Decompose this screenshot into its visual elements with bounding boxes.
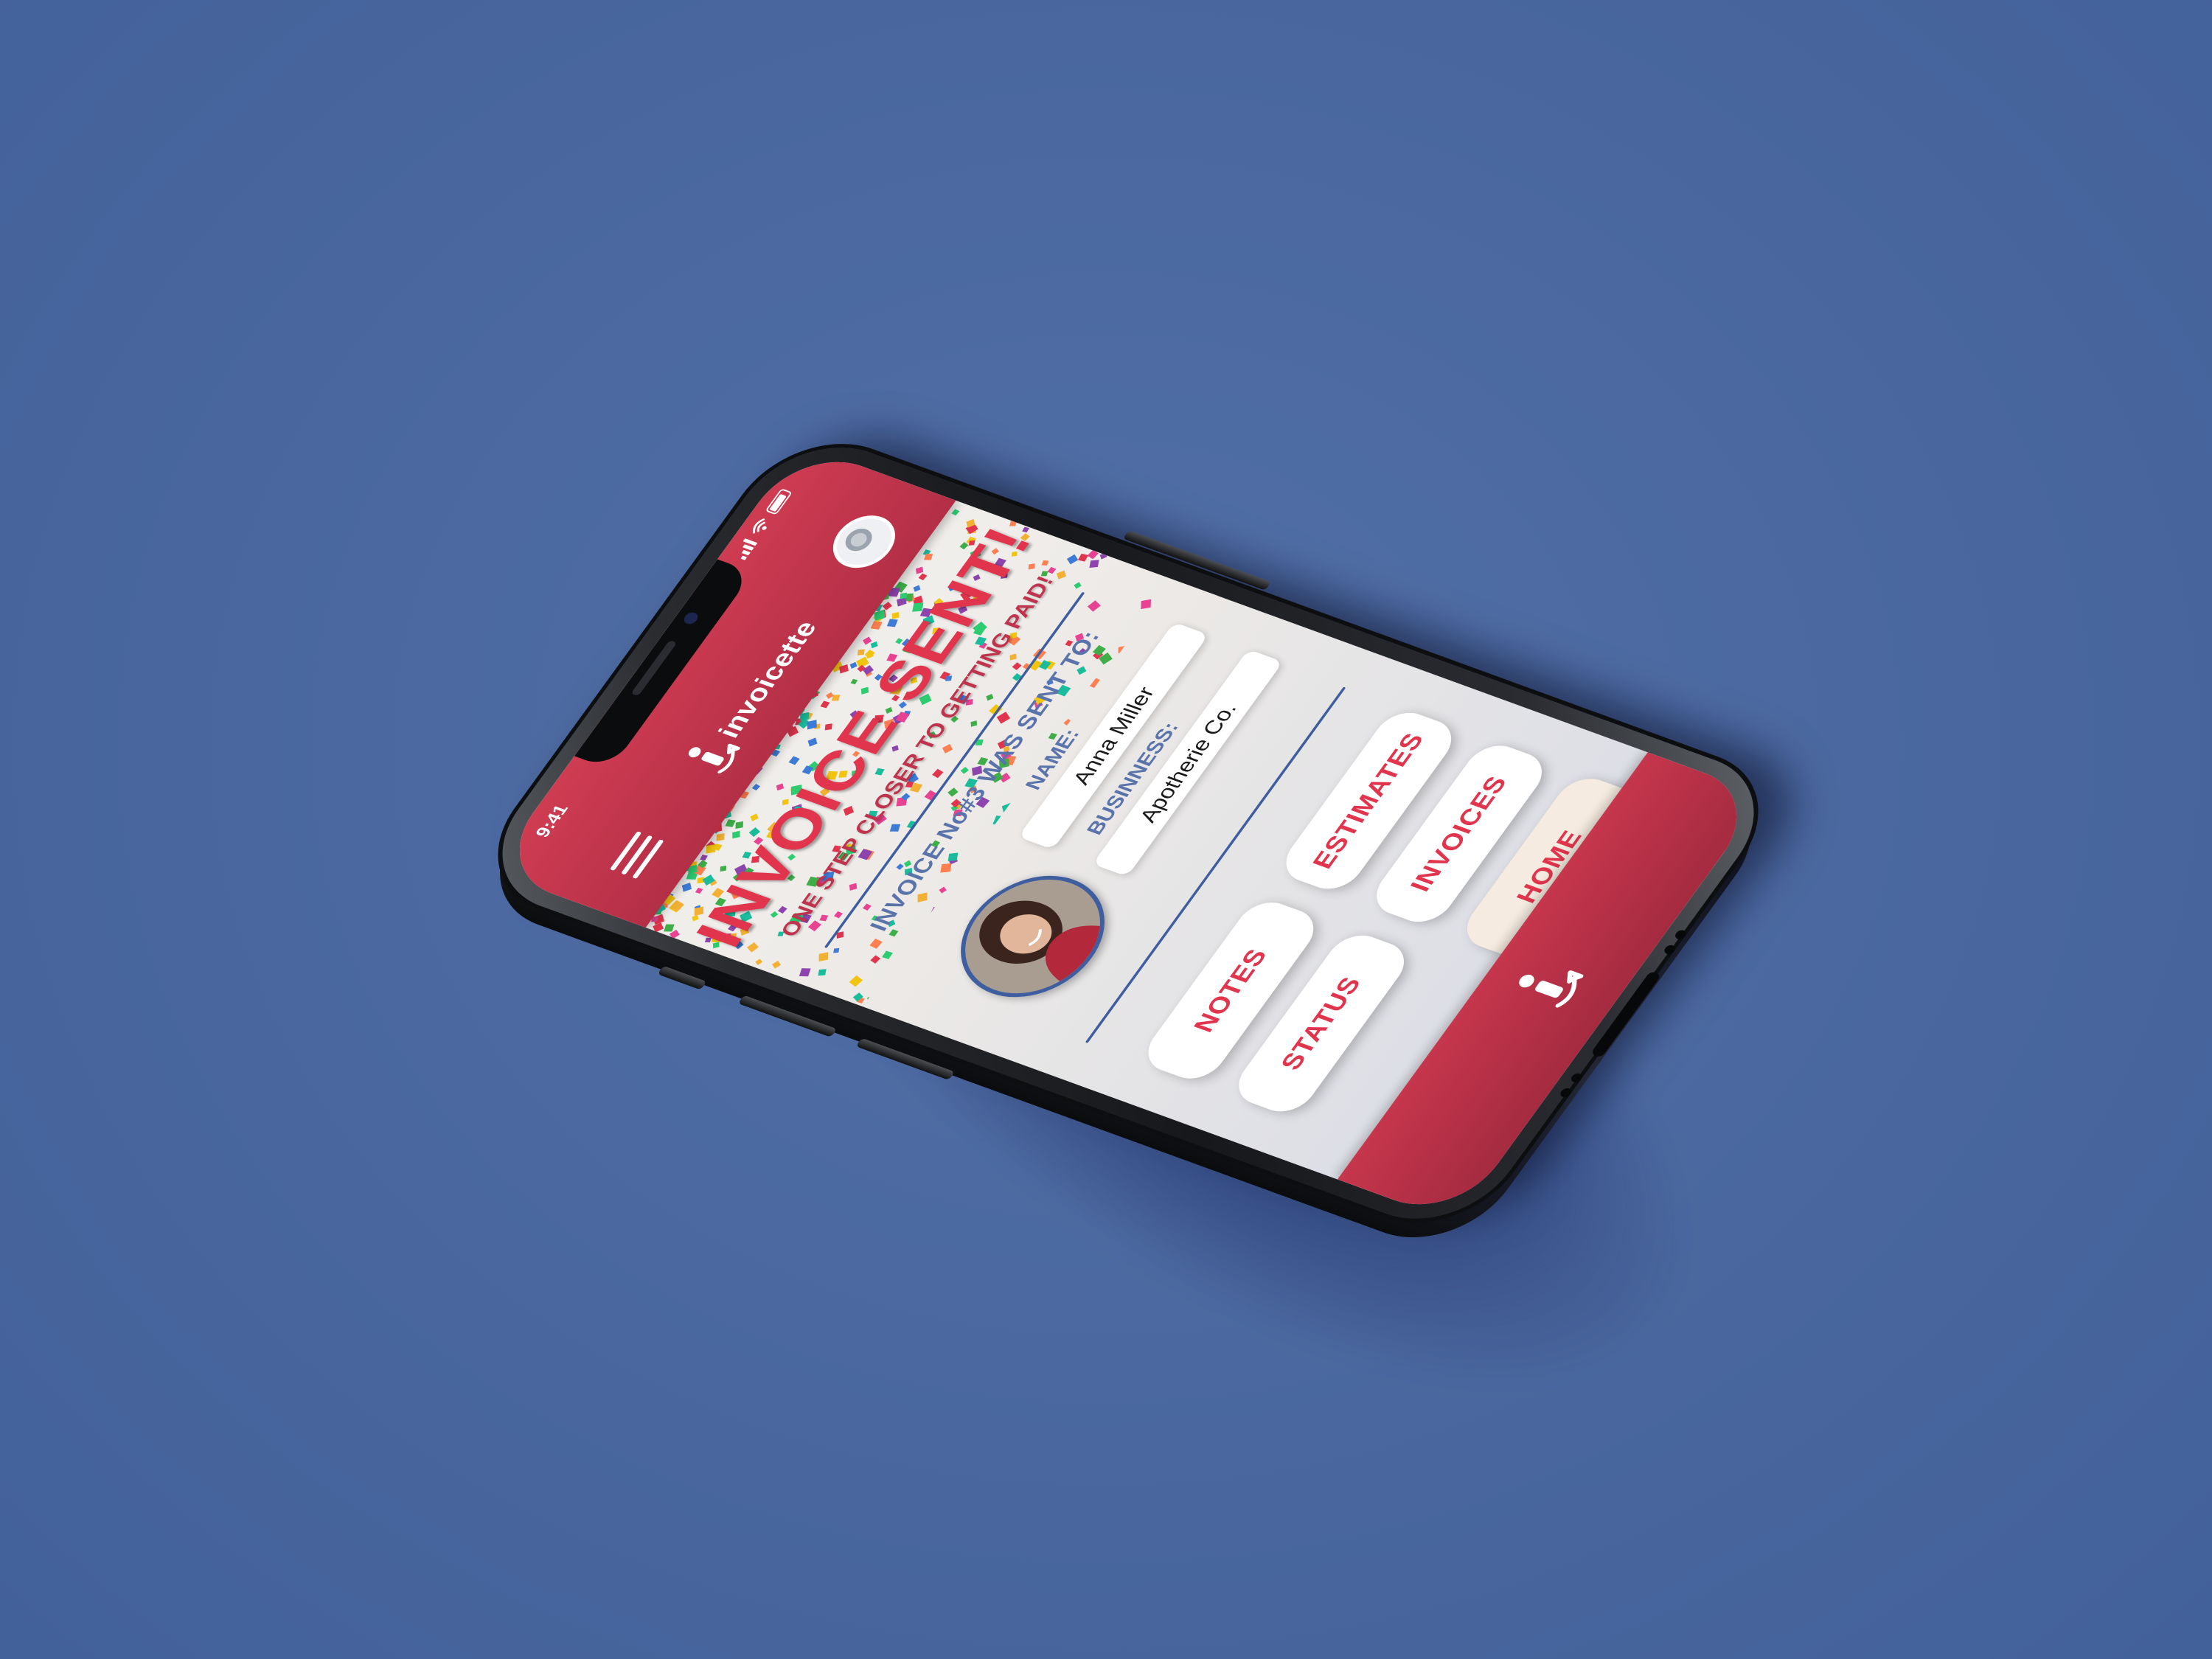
status-time: 9:41 xyxy=(531,801,572,841)
confetti-piece xyxy=(886,619,898,627)
invoicette-logo-icon[interactable] xyxy=(1506,955,1592,1017)
confetti-piece xyxy=(725,819,736,827)
confetti-piece xyxy=(807,737,818,747)
confetti-piece xyxy=(850,678,858,685)
confetti-piece xyxy=(862,636,872,645)
confetti-piece xyxy=(870,621,883,630)
confetti-piece xyxy=(776,783,785,791)
confetti-piece xyxy=(681,882,692,892)
confetti-piece xyxy=(915,566,924,574)
confetti-piece xyxy=(695,887,703,894)
confetti-piece xyxy=(900,592,907,599)
front-camera-icon xyxy=(681,611,700,626)
confetti-piece xyxy=(716,833,725,841)
confetti-piece xyxy=(870,641,878,649)
confetti-piece xyxy=(820,700,830,709)
scene: 9:41 invoicette INVOICE SENT! ONE STEP C… xyxy=(0,0,2212,1659)
recipient-portrait-icon xyxy=(939,863,1127,1010)
confetti-piece xyxy=(857,649,865,655)
recipient-photo xyxy=(932,858,1133,1015)
confetti-piece xyxy=(732,830,740,839)
confetti-piece xyxy=(751,783,761,791)
confetti-piece xyxy=(874,610,886,621)
cellular-signal-icon xyxy=(731,538,758,560)
confetti-piece xyxy=(891,611,900,619)
confetti-piece xyxy=(918,573,928,581)
confetti-piece xyxy=(700,855,708,861)
confetti-piece xyxy=(864,650,875,658)
confetti-piece xyxy=(951,509,960,516)
confetti-piece xyxy=(735,821,743,830)
business-field: Apotherie Co. xyxy=(1092,649,1284,877)
confetti-piece xyxy=(849,661,858,669)
confetti-piece xyxy=(750,813,759,821)
confetti-piece xyxy=(788,756,800,765)
confetti-piece xyxy=(664,924,675,932)
wifi-icon xyxy=(752,518,767,534)
battery-icon xyxy=(765,488,793,515)
confetti-piece xyxy=(653,922,664,933)
confetti-piece xyxy=(913,585,921,592)
hamburger-menu-icon[interactable] xyxy=(609,831,669,880)
user-avatar-icon[interactable] xyxy=(821,508,908,576)
confetti-piece xyxy=(882,602,893,611)
